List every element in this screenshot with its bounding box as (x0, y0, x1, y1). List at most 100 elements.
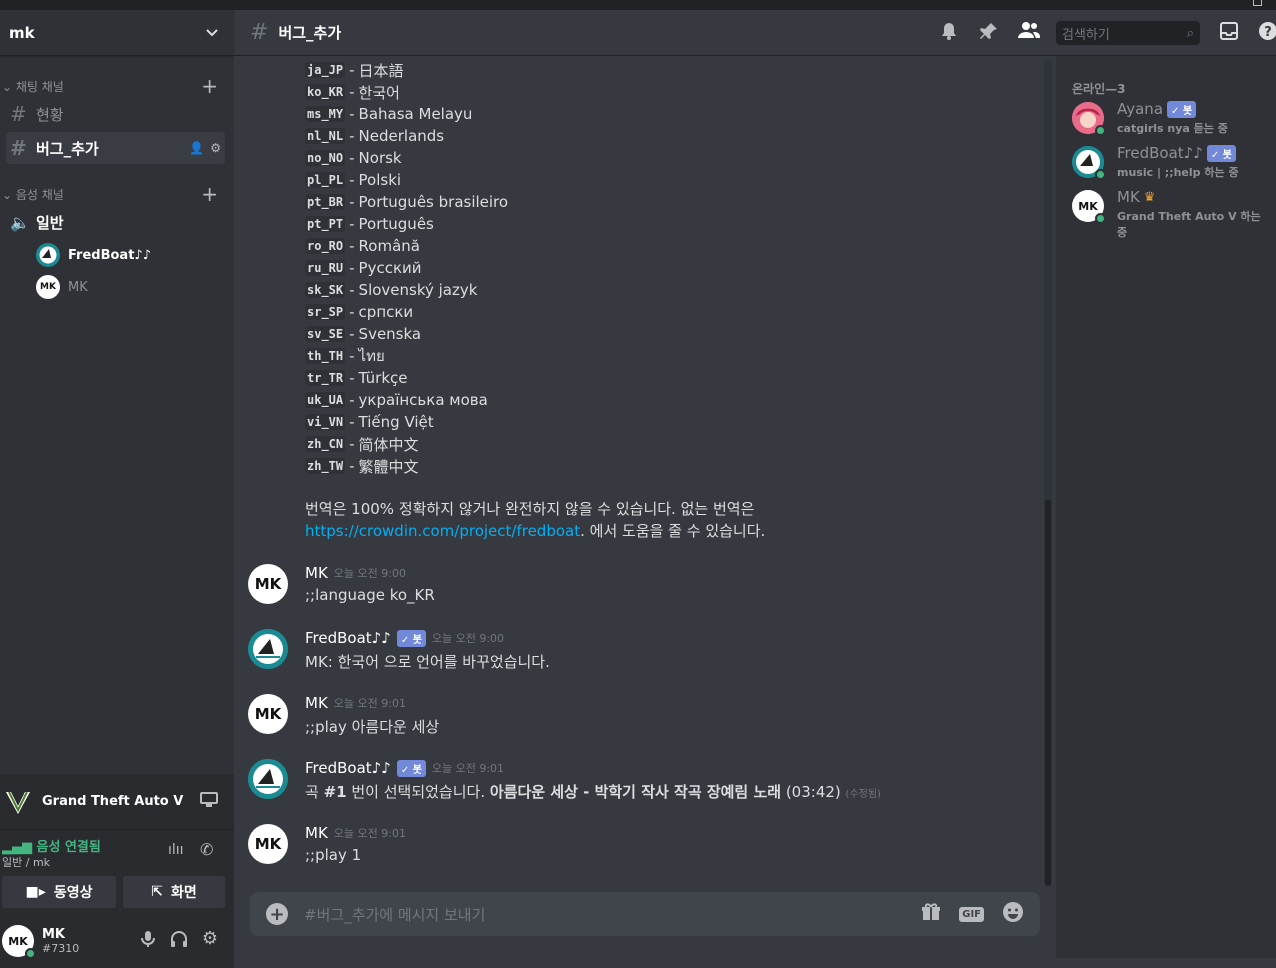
language-name: 한국어 (358, 83, 400, 102)
mk-avatar[interactable]: MK (248, 564, 288, 604)
message-author[interactable]: FredBoat♪♪ (305, 629, 391, 647)
fredboat-avatar (1072, 146, 1106, 180)
svg-text:?: ? (1264, 25, 1272, 40)
voice-user-fredboat[interactable]: FredBoat♪♪ (36, 242, 151, 268)
separator: - (349, 391, 355, 409)
crown-icon: ♛ (1143, 189, 1156, 205)
message-author[interactable]: FredBoat♪♪ (305, 759, 391, 777)
message-author[interactable]: MK (305, 564, 328, 582)
message-timestamp: 오늘 오전 9:00 (431, 632, 505, 645)
voice-location[interactable]: 일반 / mk (2, 854, 50, 870)
language-code: sv_SE (305, 326, 346, 342)
language-name: Polski (358, 171, 402, 189)
language-code: zh_TW (305, 458, 346, 474)
noise-suppression-icon[interactable]: ılıı (168, 842, 184, 858)
translation-note: 번역은 100% 정확하지 않거나 완전하지 않을 수 있습니다. 없는 번역은… (305, 500, 766, 540)
crowdin-link[interactable]: https://crowdin.com/project/fredboat (305, 522, 580, 540)
emoji-icon[interactable] (1002, 901, 1024, 927)
language-row: sv_SE - Svenska (305, 323, 421, 345)
language-row: nl_NL - Nederlands (305, 125, 444, 147)
language-name: Română (358, 237, 420, 255)
message-content: 곡 #1 번이 선택되었습니다. 아름다운 세상 - 박학기 작사 작곡 장예림… (305, 783, 881, 801)
pin-icon[interactable] (979, 21, 999, 41)
help-icon[interactable]: ? (1258, 21, 1276, 41)
inbox-icon[interactable] (1219, 21, 1239, 41)
voice-connected-status: ▂▄▆ 음성 연결됨 (2, 840, 101, 855)
members-category: 온라인—3 (1072, 82, 1126, 96)
message-author[interactable]: MK (305, 824, 328, 842)
channel-label: 일반 (36, 213, 64, 232)
separator: - (349, 83, 355, 101)
add-channel-icon[interactable]: + (201, 76, 218, 96)
channel-item-bug-add[interactable]: # 버그_추가 👤 ⚙ (6, 132, 225, 164)
member-name: MK (1117, 188, 1140, 206)
separator: - (349, 171, 355, 189)
invite-icon[interactable]: 👤 (189, 141, 204, 155)
members-icon[interactable] (1018, 21, 1040, 39)
game-activity-bar: Grand Theft Auto V (0, 774, 234, 830)
disconnect-icon[interactable]: ✆ (200, 840, 213, 859)
language-name: 简体中文 (358, 435, 419, 454)
upload-plus-icon[interactable]: + (266, 903, 288, 925)
search-input[interactable]: 검색하기 ⌕ (1056, 21, 1200, 45)
language-row: uk_UA - українська мова (305, 389, 488, 411)
member-name: Ayana (1117, 100, 1164, 118)
mk-avatar[interactable]: MK (248, 824, 288, 864)
language-code: vi_VN (305, 414, 346, 430)
language-code: tr_TR (305, 370, 346, 386)
gear-icon[interactable]: ⚙ (202, 930, 218, 952)
member-item-mk[interactable]: MK MK ♛ Grand Theft Auto V 하는 중 (1072, 188, 1272, 239)
language-code: sr_SP (305, 304, 346, 320)
mk-avatar[interactable]: MK (248, 694, 288, 734)
fredboat-avatar[interactable] (248, 629, 288, 669)
gif-button[interactable]: GIF (959, 906, 984, 922)
fredboat-avatar[interactable] (248, 759, 288, 799)
channel-label: 버그_추가 (36, 139, 99, 158)
message-input-placeholder[interactable]: #버그_추가에 메시지 보내기 (304, 904, 485, 925)
language-row: ko_KR - 한국어 (305, 81, 400, 103)
bot-badge: ✓ 봇 (1167, 100, 1197, 118)
member-item-ayana[interactable]: Ayana ✓ 봇 catgirls nya 듣는 중 (1072, 100, 1272, 142)
message-item: MK MK 오늘 오전 9:01 ;;play 아름다운 세상 (248, 694, 1038, 754)
gear-icon[interactable]: ⚙ (210, 141, 221, 155)
server-header[interactable]: mk (0, 10, 234, 56)
scrollbar-thumb[interactable] (1045, 500, 1051, 886)
microphone-icon[interactable] (140, 930, 156, 952)
gift-icon[interactable] (921, 902, 941, 926)
separator: - (349, 259, 355, 277)
voice-channel-general[interactable]: 🔈 일반 (6, 206, 225, 238)
language-code: pt_BR (305, 194, 346, 210)
message-item: MK MK 오늘 오전 9:01 ;;play 1 (248, 824, 1038, 884)
video-button[interactable]: ■▸ 동영상 (2, 876, 116, 908)
member-activity: Grand Theft Auto V 하는 중 (1117, 210, 1261, 239)
screen-button[interactable]: ⇱ 화면 (123, 876, 225, 908)
message-item: FredBoat♪♪ ✓ 봇 오늘 오전 9:00 MK: 한국어 으로 언어를 바… (248, 629, 1038, 689)
message-item: FredBoat♪♪ ✓ 봇 오늘 오전 9:01 곡 #1 번이 선택되었습니다.… (248, 759, 1038, 819)
voice-user-mk[interactable]: MK MK (36, 274, 88, 300)
message-author[interactable]: MK (305, 694, 328, 712)
member-item-fredboat[interactable]: FredBoat♪♪ ✓ 봇 music | ;;help 하는 중 (1072, 144, 1272, 186)
screen-share-icon: ⇱ (151, 884, 163, 900)
mk-avatar: MK (1072, 190, 1106, 224)
separator: - (349, 457, 355, 475)
language-code: pl_PL (305, 172, 346, 188)
server-name: mk (9, 23, 35, 42)
category-text-channels[interactable]: ⌄ 채팅 채널 + (0, 76, 234, 96)
chat-header: # 버그_추가 검색하기 ⌕ ? (234, 10, 1276, 56)
channel-item-status[interactable]: # 현황 (6, 98, 225, 130)
headphones-icon[interactable] (170, 930, 188, 952)
add-channel-icon[interactable]: + (201, 184, 218, 204)
language-name: 繁體中文 (358, 457, 419, 476)
message-content: MK: 한국어 으로 언어를 바꾸었습니다. (305, 653, 550, 671)
bell-icon[interactable] (940, 21, 958, 41)
screen-share-icon[interactable] (200, 791, 218, 812)
mk-avatar: MK (36, 275, 60, 299)
user-avatar[interactable]: MK (2, 925, 36, 959)
fredboat-logo-icon (248, 759, 288, 799)
category-voice-channels[interactable]: ⌄ 음성 채널 + (0, 184, 234, 204)
search-icon: ⌕ (1186, 25, 1194, 41)
message-input[interactable]: + #버그_추가에 메시지 보내기 GIF (250, 892, 1040, 936)
language-row: ru_RU - Русский (305, 257, 422, 279)
bot-badge: ✓ 봇 (1206, 144, 1236, 162)
restore-icon[interactable] (1253, 0, 1262, 6)
